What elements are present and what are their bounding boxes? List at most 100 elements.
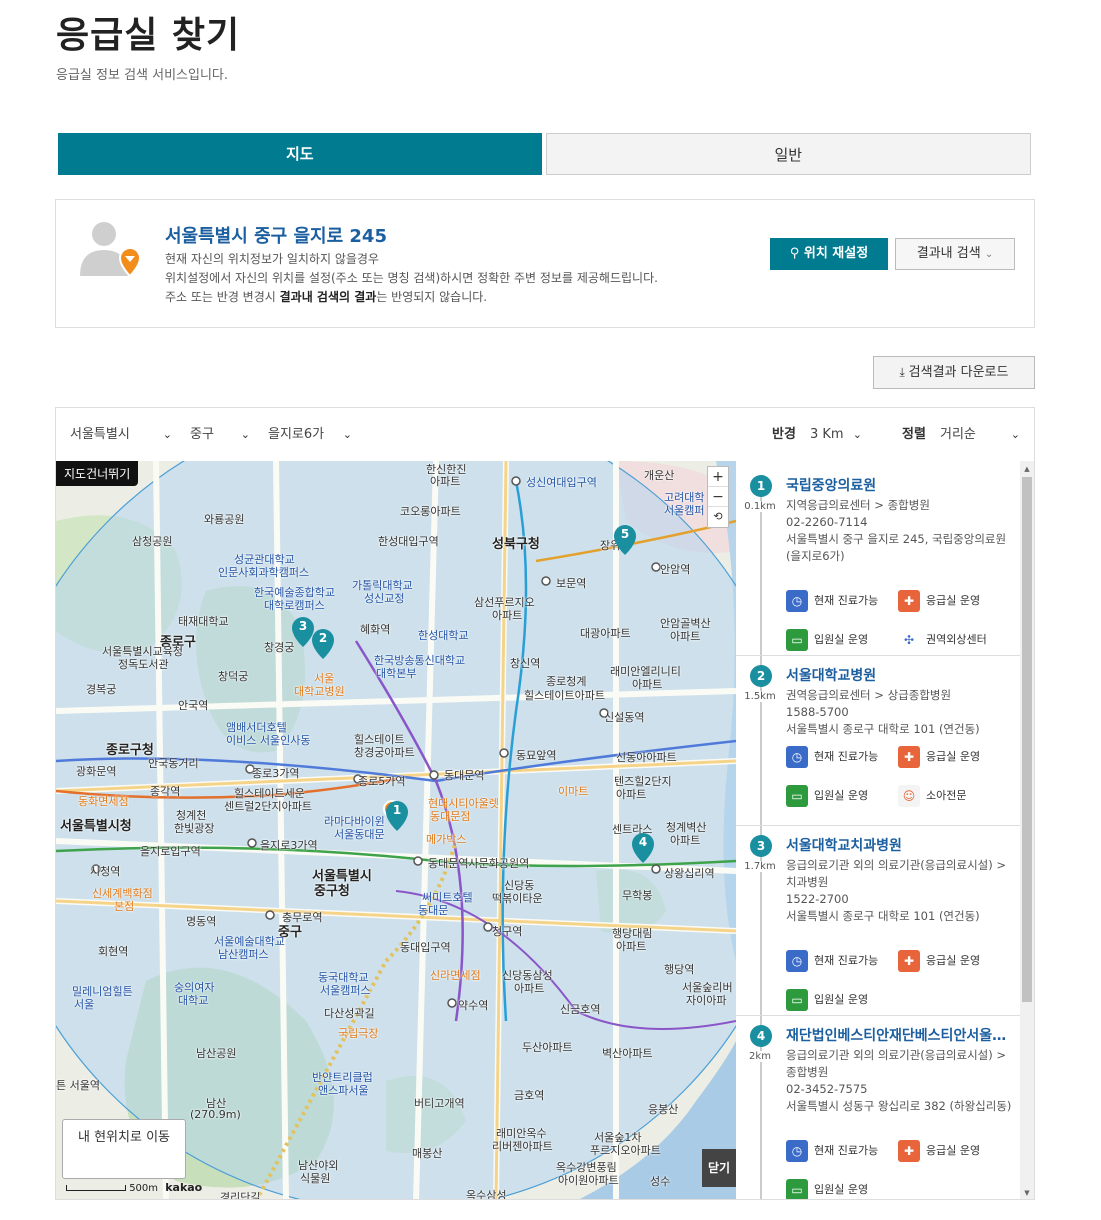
tab-map[interactable]: 지도 <box>58 133 542 175</box>
result-item[interactable]: 2 1.5km 서울대학교병원 권역응급의료센터 > 상급종합병원 1588-5700 서… <box>736 665 1020 835</box>
map-place-label: 약수역 <box>458 999 489 1012</box>
sido-select[interactable]: 서울특별시 ⌄ <box>60 420 178 450</box>
sigungu-select[interactable]: 중구 ⌄ <box>180 420 256 450</box>
status-badge: ◷ 현재 진료가능 <box>786 746 878 768</box>
map-marker-1[interactable]: 1 <box>386 801 408 831</box>
result-item[interactable]: 1 0.1km 국립중앙의료원 지역응급의료센터 > 종합병원 02-2260-7114… <box>736 475 1020 665</box>
status-badge-label: 응급실 운영 <box>926 1144 981 1157</box>
status-badge: ◷ 현재 진료가능 <box>786 1140 878 1162</box>
map-place-label: 광화문역 <box>76 765 117 778</box>
result-item[interactable]: 3 1.7km 서울대학교치과병원 응급의료기관 외의 의료기관(응급의료시설) > … <box>736 835 1020 1025</box>
map-place-label: 다산성곽길 <box>324 1007 375 1020</box>
chevron-down-icon: ⌄ <box>1010 428 1020 441</box>
location-description: 현재 자신의 위치정보가 일치하지 않을경우 위치설정에서 자신의 위치를 설정… <box>165 250 658 307</box>
map-place-label: 자이아파 <box>686 994 727 1007</box>
map-place-label: 혜화역 <box>360 623 391 636</box>
bed-icon: ▭ <box>786 1179 808 1199</box>
emergency-room-icon: ✚ <box>898 590 920 612</box>
map-place-label: 종로구청 <box>106 743 154 758</box>
tab-general[interactable]: 일반 <box>545 133 1031 175</box>
map-marker-5[interactable]: 5 <box>614 525 636 555</box>
status-badge-label: 입원실 운영 <box>814 993 869 1006</box>
sigungu-value: 중구 <box>190 427 214 442</box>
map-place-label: 옥수삼성 <box>466 1189 507 1200</box>
reset-location-label: 위치 재설정 <box>803 246 869 261</box>
status-badge: ▭ 입원실 운영 <box>786 785 868 807</box>
map-marker-4[interactable]: 4 <box>632 833 654 863</box>
bed-icon: ▭ <box>786 785 808 807</box>
map-place-label: 동묘앞역 <box>516 749 557 762</box>
map-place-label: 신라면세점 <box>430 969 481 982</box>
download-icon: ⤓ <box>899 365 909 379</box>
result-divider <box>736 825 1020 826</box>
status-badge-label: 응급실 운영 <box>926 954 981 967</box>
result-hospital-name[interactable]: 서울대학교치과병원 <box>786 835 1016 855</box>
marker-number: 2 <box>318 631 328 645</box>
map-place-label: 신설동역 <box>604 711 645 724</box>
marker-number: 3 <box>298 619 308 633</box>
my-location-button[interactable]: 내 현위치로 이동 <box>62 1119 186 1179</box>
skip-map-button[interactable]: 지도건너뛰기 <box>56 461 139 486</box>
status-badge: ▭ 입원실 운영 <box>786 629 868 651</box>
search-panel: 서울특별시 ⌄ 중구 ⌄ 을지로6가 ⌄ 반경 3 Km ⌄ 정렬 거리순 ⌄ <box>55 407 1035 1200</box>
results-scrollbar[interactable]: ▲ ▼ <box>1020 461 1034 1199</box>
bed-icon: ▭ <box>786 989 808 1011</box>
map-place-label: 동대문역사문화공원역 <box>428 857 530 870</box>
status-badge: ◷ 현재 진료가능 <box>786 590 878 612</box>
map-place-label: 앤스파서울 <box>318 1084 369 1097</box>
page-subtitle: 응급실 정보 검색 서비스입니다. <box>56 68 229 83</box>
user-avatar-icon <box>80 222 140 278</box>
map-place-label: 힐스테이트아파트 <box>524 689 605 702</box>
result-hospital-name[interactable]: 서울대학교병원 <box>786 665 1016 685</box>
map-place-label: 국립극장 <box>338 1027 379 1040</box>
status-badge-label: 현재 진료가능 <box>814 1144 879 1157</box>
map-place-label: 태재대학교 <box>178 615 229 628</box>
zoom-in-button[interactable]: + <box>708 467 728 487</box>
result-category: 권역응급의료센터 > 상급종합병원 <box>786 688 952 702</box>
result-divider <box>736 655 1020 656</box>
download-results-label: 검색결과 다운로드 <box>908 365 1009 380</box>
map-marker-3[interactable]: 3 <box>292 617 314 647</box>
map-place-label: 명동역 <box>186 915 217 928</box>
map-place-label: 종각역 <box>150 785 181 798</box>
result-hospital-name[interactable]: 국립중앙의료원 <box>786 475 1016 495</box>
search-within-results-button[interactable]: 결과내 검색 ⌄ <box>895 238 1015 270</box>
map-view[interactable]: 한신한진 아파트 성신여대입구역 개운산 고려대학 서울캠퍼 와룡공원 코오롱아파트 삼청공원 한… <box>56 461 736 1200</box>
marker-number: 5 <box>620 527 630 541</box>
sort-value: 거리순 <box>940 427 976 442</box>
map-place-label: 보문역 <box>556 577 587 590</box>
refresh-icon[interactable]: ⟲ <box>708 507 728 527</box>
reset-location-button[interactable]: ⚲ 위치 재설정 <box>770 238 888 270</box>
map-place-label: 중구청 <box>314 884 350 899</box>
pin-icon: ⚲ <box>789 246 804 261</box>
status-badge: ✚ 응급실 운영 <box>898 746 980 768</box>
zoom-out-button[interactable]: − <box>708 487 728 507</box>
radius-select[interactable]: 3 Km ⌄ <box>800 420 868 450</box>
result-hospital-name[interactable]: 재단법인베스티안재단베스티안서울병원 <box>786 1025 1016 1045</box>
result-info: 응급의료기관 외의 의료기관(응급의료시설) > 치과병원 1522-2700 서울… <box>786 857 1014 925</box>
sort-label: 정렬 <box>902 427 926 442</box>
sort-select[interactable]: 거리순 ⌄ <box>930 420 1026 450</box>
scroll-up-icon[interactable]: ▲ <box>1022 464 1032 474</box>
filter-bar: 서울특별시 ⌄ 중구 ⌄ 을지로6가 ⌄ 반경 3 Km ⌄ 정렬 거리순 ⌄ <box>56 408 1034 461</box>
map-place-label: 아파트 <box>632 678 663 691</box>
download-results-button[interactable]: ⤓ 검색결과 다운로드 <box>873 356 1035 389</box>
dong-select[interactable]: 을지로6가 ⌄ <box>258 420 358 450</box>
map-place-label: 남산캠퍼스 <box>218 948 269 961</box>
result-address: 서울특별시 종로구 대학로 101 (연건동) <box>786 909 980 923</box>
scroll-thumb[interactable] <box>1022 477 1032 1002</box>
map-place-label: 성북구청 <box>492 537 540 552</box>
map-place-label: 센트럴2단지아파트 <box>224 800 312 813</box>
status-badge: ☺ 소아전문 <box>898 785 966 807</box>
pediatric-icon: ☺ <box>898 785 920 807</box>
map-marker-2[interactable]: 2 <box>312 629 334 659</box>
result-item[interactable]: 4 2km 재단법인베스티안재단베스티안서울병원 응급의료기관 외의 의료기관(응급의… <box>736 1025 1020 1199</box>
map-provider-logo: kakao <box>165 1181 203 1194</box>
desc-line-3-bold: 결과내 검색의 결과 <box>279 290 377 304</box>
scroll-down-icon[interactable]: ▼ <box>1022 1188 1032 1198</box>
desc-line-1: 현재 자신의 위치정보가 일치하지 않을경우 <box>165 252 379 266</box>
map-place-label: 경리단길 <box>220 1191 261 1200</box>
status-badge-label: 현재 진료가능 <box>814 594 879 607</box>
result-number-badge: 2 <box>750 665 772 687</box>
close-map-button[interactable]: 닫기 <box>702 1149 736 1187</box>
